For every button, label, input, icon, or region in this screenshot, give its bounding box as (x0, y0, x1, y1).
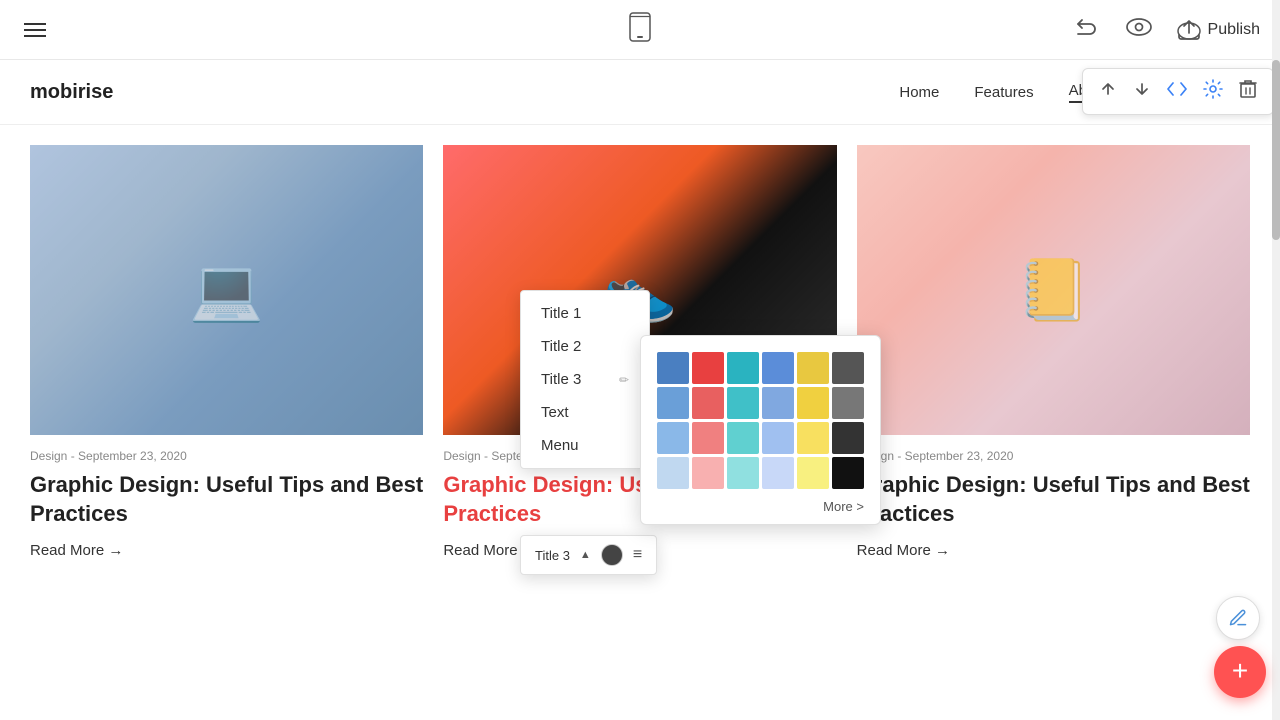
palette-cell[interactable] (762, 457, 794, 489)
preview-button[interactable] (1122, 14, 1156, 45)
delete-block-button[interactable] (1233, 75, 1263, 108)
palette-cell[interactable] (727, 457, 759, 489)
palette-grid (657, 352, 864, 489)
publish-button[interactable]: Publish (1176, 19, 1260, 41)
palette-cell[interactable] (692, 422, 724, 454)
palette-cell[interactable] (727, 352, 759, 384)
nav-item-features[interactable]: Features (974, 84, 1033, 101)
chevron-up-icon[interactable]: ▲ (580, 549, 591, 561)
settings-button[interactable] (1197, 75, 1229, 108)
palette-cell[interactable] (657, 457, 689, 489)
menu-button[interactable] (20, 19, 50, 41)
move-down-button[interactable] (1127, 76, 1157, 107)
more-colors-link[interactable]: More > (657, 499, 864, 514)
style-menu[interactable]: Menu (521, 429, 649, 462)
card-3-title: Graphic Design: Useful Tips and Best Pra… (857, 471, 1250, 528)
code-button[interactable] (1161, 77, 1193, 106)
color-swatch[interactable] (601, 544, 623, 566)
palette-cell[interactable] (657, 352, 689, 384)
toolbar-center (625, 8, 655, 51)
style-title1[interactable]: Title 1 (521, 297, 649, 330)
edit-icon: ✏ (619, 373, 629, 387)
toolbar-left (20, 19, 50, 41)
block-toolbar (1082, 68, 1274, 115)
publish-label: Publish (1208, 21, 1260, 39)
scrollbar-thumb[interactable] (1272, 60, 1280, 240)
text-style-bottom-bar: Title 3 ▲ ≡ (520, 535, 657, 575)
palette-cell[interactable] (797, 422, 829, 454)
palette-cell[interactable] (762, 422, 794, 454)
scrollbar[interactable] (1272, 0, 1280, 720)
card-3-image (857, 145, 1250, 435)
active-style-label: Title 3 (535, 548, 570, 563)
palette-cell[interactable] (832, 457, 864, 489)
palette-cell[interactable] (797, 352, 829, 384)
style-text[interactable]: Text (521, 396, 649, 429)
add-fab-button[interactable]: + (1214, 646, 1266, 698)
card-3-read-more[interactable]: Read More → (857, 542, 950, 559)
edit-fab-button[interactable] (1216, 596, 1260, 640)
card-1-image (30, 145, 423, 435)
undo-button[interactable] (1070, 11, 1102, 48)
palette-cell[interactable] (727, 422, 759, 454)
palette-cell[interactable] (832, 422, 864, 454)
top-toolbar: Publish (0, 0, 1280, 60)
color-palette: More > (640, 335, 881, 525)
palette-cell[interactable] (727, 387, 759, 419)
style-title3[interactable]: Title 3 ✏ (521, 363, 649, 396)
palette-cell[interactable] (657, 422, 689, 454)
card-3: Design - September 23, 2020 Graphic Desi… (857, 145, 1250, 560)
card-3-meta: Design - September 23, 2020 (857, 449, 1250, 463)
style-title2[interactable]: Title 2 (521, 330, 649, 363)
palette-cell[interactable] (832, 352, 864, 384)
card-1-title: Graphic Design: Useful Tips and Best Pra… (30, 471, 423, 528)
palette-cell[interactable] (832, 387, 864, 419)
palette-cell[interactable] (657, 387, 689, 419)
palette-cell[interactable] (692, 387, 724, 419)
card-1-read-more[interactable]: Read More → (30, 542, 123, 559)
card-1: Design - September 23, 2020 Graphic Desi… (30, 145, 423, 560)
palette-cell[interactable] (797, 387, 829, 419)
palette-cell[interactable] (762, 352, 794, 384)
palette-cell[interactable] (692, 352, 724, 384)
brand-logo: mobirise (30, 81, 113, 104)
palette-cell[interactable] (692, 457, 724, 489)
phone-preview-button[interactable] (625, 8, 655, 51)
align-icon[interactable]: ≡ (633, 546, 642, 564)
move-up-button[interactable] (1093, 76, 1123, 107)
toolbar-right: Publish (1070, 11, 1260, 48)
hamburger-icon (24, 23, 46, 37)
palette-cell[interactable] (762, 387, 794, 419)
text-style-popup: Title 1 Title 2 Title 3 ✏ Text Menu (520, 290, 650, 469)
nav-item-home[interactable]: Home (899, 84, 939, 101)
palette-cell[interactable] (797, 457, 829, 489)
card-1-meta: Design - September 23, 2020 (30, 449, 423, 463)
